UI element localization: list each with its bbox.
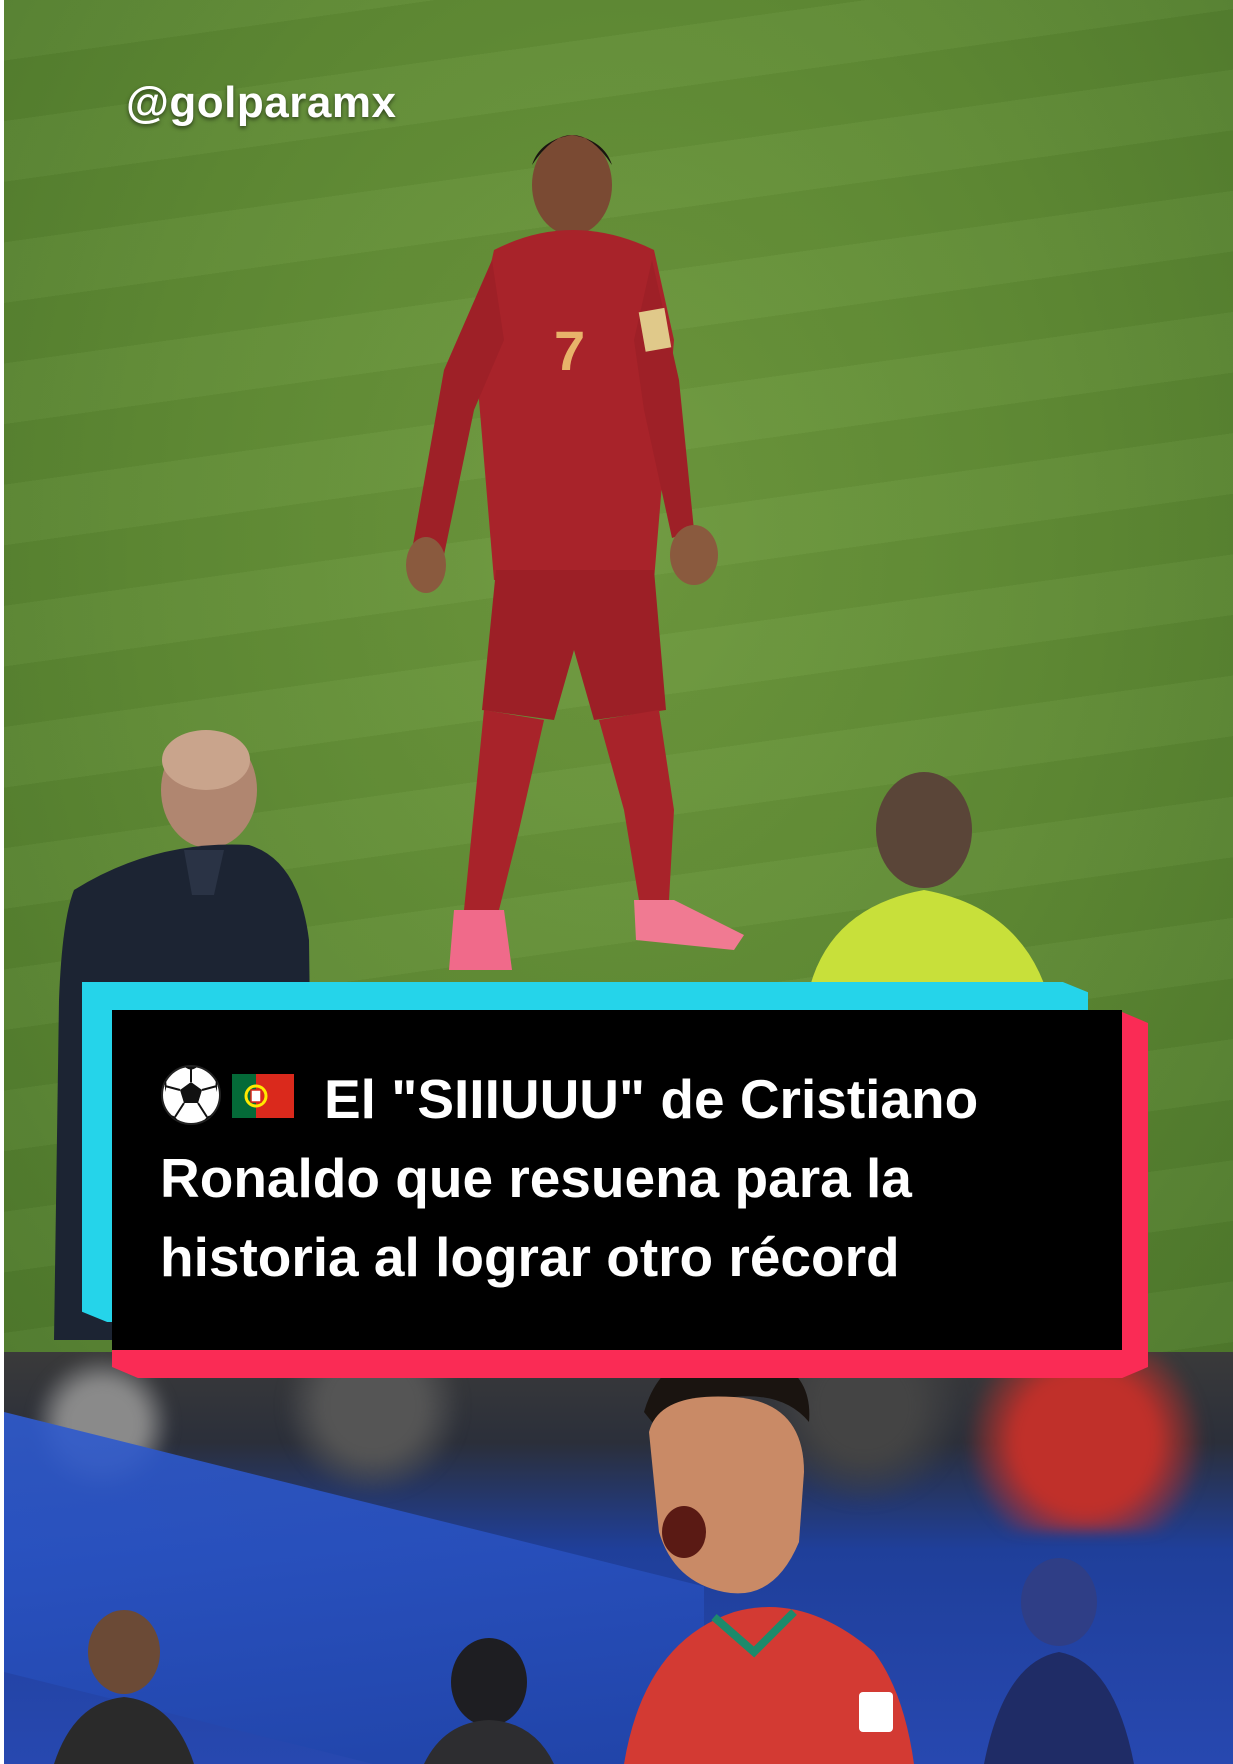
bottom-photo	[4, 1352, 1233, 1764]
shirt-number: 7	[554, 319, 585, 382]
referee-figure	[804, 772, 1054, 1020]
background-person	[424, 1638, 554, 1764]
caption-line-3: historia al lograr otro récord	[160, 1226, 900, 1288]
portugal-flag-icon	[232, 1074, 294, 1118]
caption-card: El "SIIIUUU" de Cristiano Ronaldo que re…	[112, 1010, 1122, 1350]
background-person	[54, 1610, 194, 1764]
caption-line-1-text: El "SIIIUUU" de Cristiano	[324, 1068, 979, 1130]
caption-line-2: Ronaldo que resuena para la	[160, 1147, 912, 1209]
account-handle: @golparamx	[126, 78, 397, 127]
player-figure: 7	[406, 135, 744, 970]
celebrating-player-figure	[624, 1352, 914, 1764]
caption-line-1: El "SIIIUUU" de Cristiano	[160, 1060, 1074, 1139]
caption-text: El "SIIIUUU" de Cristiano Ronaldo que re…	[160, 1060, 1074, 1297]
soccer-ball-icon	[161, 1065, 221, 1125]
